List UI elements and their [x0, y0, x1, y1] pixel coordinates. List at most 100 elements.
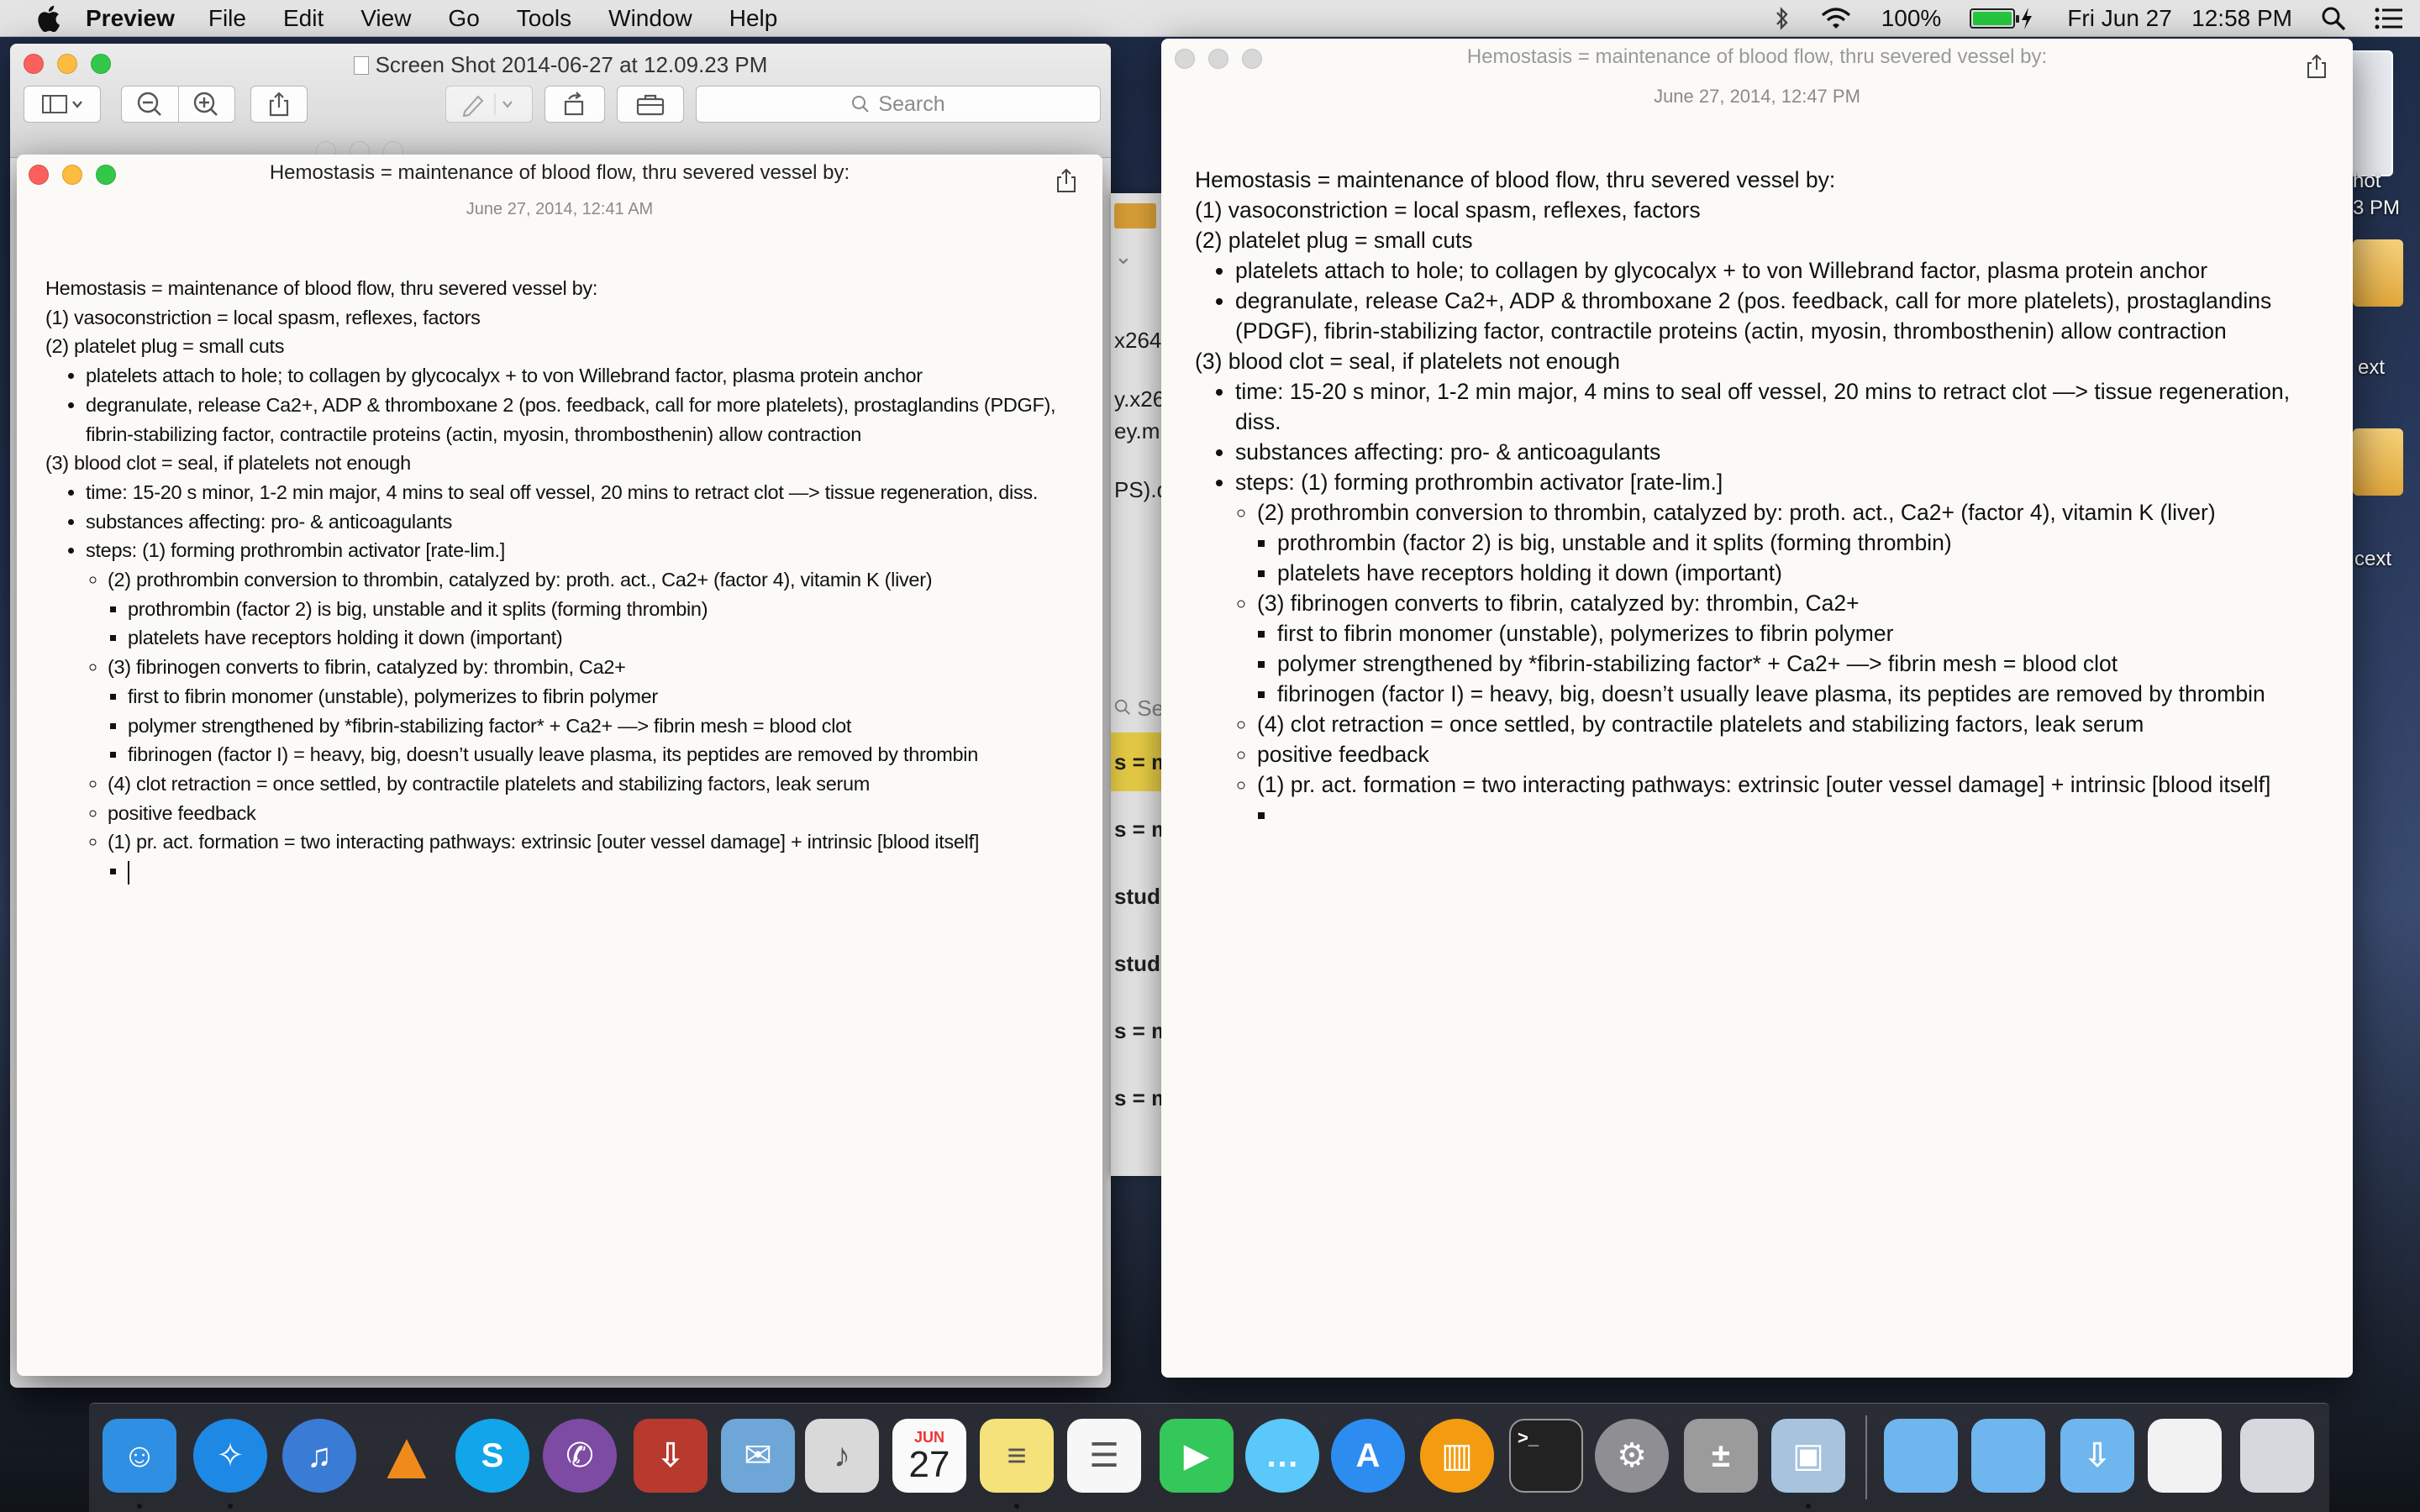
clock[interactable]: Fri Jun 27 12:58 PM: [2067, 5, 2292, 32]
note-left-body[interactable]: Hemostasis = maintenance of blood flow, …: [45, 274, 1077, 886]
note-window-right: Hemostasis = maintenance of blood flow, …: [1161, 39, 2353, 1378]
list-item[interactable]: x264: [1114, 328, 1161, 354]
dock-notes-icon[interactable]: ≡: [980, 1419, 1054, 1493]
desktop-folder-icon[interactable]: [2353, 428, 2403, 496]
battery-percentage[interactable]: 100%: [1881, 5, 1942, 32]
dock-mail-icon[interactable]: ✉: [721, 1419, 795, 1493]
app-menu-preview[interactable]: Preview: [86, 5, 175, 32]
zoom-in-icon[interactable]: [179, 87, 234, 121]
menu-view[interactable]: View: [360, 5, 411, 32]
list-item[interactable]: stud: [1114, 884, 1160, 910]
desktop-item-label[interactable]: ext: [2358, 356, 2385, 380]
dock-vlc-icon[interactable]: ▲: [370, 1418, 444, 1493]
menu-edit[interactable]: Edit: [283, 5, 324, 32]
list-item: substances affecting: pro- & anticoagula…: [86, 507, 1077, 537]
empty-list-item[interactable]: [128, 857, 1077, 886]
dock-downloads-folder-icon[interactable]: ⇩: [2060, 1419, 2134, 1493]
preview-search-field[interactable]: Search: [696, 86, 1101, 123]
menu-go[interactable]: Go: [448, 5, 479, 32]
list-item-text: (2) prothrombin conversion to thrombin, …: [1257, 500, 2216, 525]
dock-sheet-music-icon[interactable]: ♪: [805, 1419, 879, 1493]
notification-center-icon[interactable]: [2375, 7, 2403, 30]
dock-glyph: A: [1355, 1436, 1381, 1474]
desktop-folder-icon[interactable]: [2353, 239, 2403, 307]
menu-window[interactable]: Window: [608, 5, 692, 32]
dock-preview-icon[interactable]: ▣: [1771, 1419, 1845, 1493]
note-line: Hemostasis = maintenance of blood flow, …: [1195, 167, 1836, 192]
list-item-text: steps: (1) forming prothrombin activator…: [1235, 470, 1723, 495]
list-item: prothrombin (factor 2) is big, unstable …: [1277, 528, 2328, 558]
list-item[interactable]: PS).d: [1114, 477, 1161, 503]
note-right-body[interactable]: Hemostasis = maintenance of blood flow, …: [1195, 165, 2328, 830]
spotlight-search-icon[interactable]: [2321, 6, 2346, 31]
dock-system-preferences-icon[interactable]: ⚙: [1595, 1419, 1669, 1493]
menu-tools[interactable]: Tools: [517, 5, 571, 32]
peek-search[interactable]: Se: [1114, 696, 1161, 722]
list-item[interactable]: y.x264: [1114, 386, 1161, 412]
dock-ibooks-icon[interactable]: ▥: [1420, 1419, 1494, 1493]
list-item: steps: (1) forming prothrombin activator…: [86, 536, 1077, 885]
dock-glyph: ⇩: [656, 1437, 685, 1474]
dock-finder-icon[interactable]: ☺: [103, 1419, 176, 1493]
note-line: (2) platelet plug = small cuts: [1195, 228, 1473, 253]
rotate-button[interactable]: [544, 86, 605, 123]
bluetooth-icon[interactable]: [1774, 6, 1791, 31]
dock-viber-icon[interactable]: ✆: [543, 1419, 617, 1493]
list-item: steps: (1) forming prothrombin activator…: [1235, 467, 2328, 830]
dock-recent-document-icon[interactable]: [2148, 1419, 2222, 1493]
dock-messages-icon[interactable]: …: [1245, 1419, 1319, 1493]
desktop-item-label[interactable]: 3 PM: [2353, 197, 2400, 220]
battery-icon: [1970, 8, 2020, 29]
list-item: polymer strengthened by *fibrin-stabiliz…: [1277, 648, 2328, 679]
peek-search-text: Se: [1137, 696, 1161, 721]
list-item-text: (1) pr. act. formation = two interacting…: [108, 831, 980, 853]
dock: ☺ ✧ ♫ ▲ S ✆ ⇩ ✉ ♪ JUN 27 ≡ ☰ ▶ … A ▥ >_ ⚙ ± ▣ ⇩: [89, 1403, 2329, 1512]
dock-app-store-icon[interactable]: A: [1331, 1419, 1405, 1493]
list-item: degranulate, release Ca2+, ADP & thrombo…: [1235, 286, 2328, 346]
dock-separator: [1865, 1415, 1867, 1499]
dock-skype-icon[interactable]: S: [455, 1419, 529, 1493]
dock-reminders-icon[interactable]: ☰: [1067, 1419, 1141, 1493]
dock-facetime-icon[interactable]: ▶: [1160, 1419, 1234, 1493]
dock-calendar-icon[interactable]: JUN 27: [892, 1419, 966, 1493]
dock-transmission-icon[interactable]: ⇩: [634, 1419, 708, 1493]
list-item[interactable]: ey.mp: [1114, 418, 1161, 444]
menu-file[interactable]: File: [208, 5, 246, 32]
list-item: platelets have receptors holding it down…: [128, 623, 1077, 653]
dock-calculator-icon[interactable]: ±: [1684, 1419, 1758, 1493]
dock-trash-icon[interactable]: [2240, 1419, 2314, 1493]
list-item[interactable]: s = m: [1114, 749, 1161, 775]
markup-button[interactable]: [445, 86, 533, 123]
wifi-icon[interactable]: [1819, 6, 1853, 31]
list-item[interactable]: s = m: [1114, 1018, 1161, 1044]
list-item: (1) pr. act. formation = two interacting…: [1257, 769, 2328, 830]
dock-running-indicator: [137, 1504, 142, 1509]
desktop-item-label[interactable]: cext: [2354, 548, 2391, 571]
list-item[interactable]: s = m: [1114, 1085, 1161, 1111]
dock-documents-folder-icon[interactable]: [1971, 1419, 2045, 1493]
share-icon[interactable]: [1055, 168, 1077, 193]
menu-help[interactable]: Help: [729, 5, 778, 32]
sidebar-toggle-button[interactable]: [24, 86, 101, 123]
document-icon: [353, 56, 369, 75]
dock-glyph: ☰: [1089, 1437, 1119, 1474]
dock-safari-icon[interactable]: ✧: [193, 1419, 267, 1493]
dock-applications-folder-icon[interactable]: [1884, 1419, 1958, 1493]
toolbox-button[interactable]: [617, 86, 684, 123]
dock-glyph: ▥: [1441, 1437, 1473, 1474]
share-icon: [269, 92, 289, 117]
pen-icon: [462, 93, 513, 117]
apple-menu-icon[interactable]: [35, 4, 60, 33]
dock-terminal-icon[interactable]: >_: [1509, 1419, 1583, 1493]
zoom-out-icon[interactable]: [123, 87, 178, 121]
rotate-icon: [564, 92, 584, 116]
battery-indicator[interactable]: [1970, 7, 2033, 30]
share-button[interactable]: [250, 86, 308, 123]
list-item[interactable]: stud: [1114, 951, 1160, 977]
share-icon[interactable]: [2306, 54, 2328, 79]
desktop-item-label[interactable]: hot: [2353, 170, 2381, 193]
empty-list-item[interactable]: ​: [1277, 800, 2328, 830]
dock-glyph: ✆: [566, 1437, 594, 1474]
list-item[interactable]: s = m: [1114, 816, 1161, 843]
dock-itunes-icon[interactable]: ♫: [282, 1419, 356, 1493]
